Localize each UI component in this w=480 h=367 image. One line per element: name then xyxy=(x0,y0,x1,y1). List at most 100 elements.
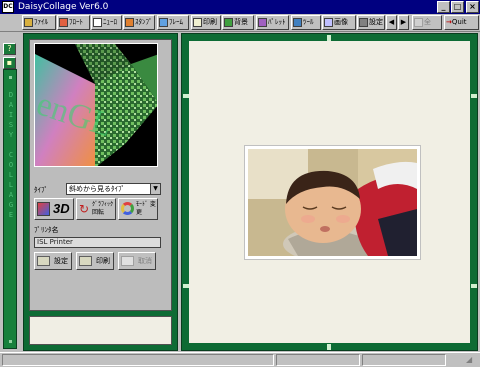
toolbar-settings-label: 設定 xyxy=(369,18,383,26)
print-settings-button[interactable]: 設定 xyxy=(34,252,72,270)
brand-letter: Y xyxy=(8,131,14,139)
help-button[interactable]: ? xyxy=(3,43,16,55)
panel-toggle-button[interactable]: ▪ xyxy=(3,57,16,69)
status-pane-2 xyxy=(276,354,360,366)
brand-letter: D xyxy=(8,91,14,99)
type-label: ﾀｲﾌﾟ xyxy=(34,186,48,194)
status-pane-3 xyxy=(362,354,446,366)
canvas-frame xyxy=(181,33,478,351)
placed-photo[interactable] xyxy=(244,145,421,264)
toolbar-stamp-button[interactable]: ｽﾀﾝﾌﾟ xyxy=(123,15,155,30)
square-icon: ▪ xyxy=(6,58,13,67)
toolbar-disabled-button[interactable]: 全 xyxy=(412,15,442,30)
3d-button[interactable]: 3D xyxy=(34,198,74,220)
tool-panel-body: enGL ﾀｲﾌﾟ 斜めから見るﾀｲﾌﾟ ▼ 3D ↻ ｸﾞﾗﾌｨｯｸ 回転 ﾓ… xyxy=(29,39,172,311)
chevron-down-icon: ▼ xyxy=(150,184,160,194)
toolbar-neuro-button[interactable]: ﾆｭｰﾛ xyxy=(91,15,122,30)
canvas-handle[interactable] xyxy=(471,94,477,98)
quit-label: Quit xyxy=(451,18,467,26)
palette-icon xyxy=(258,17,267,27)
toolbar-settings-button[interactable]: 設定 xyxy=(357,15,385,30)
quit-button[interactable]: →Quit xyxy=(444,15,479,30)
toolbar-stamp-label: ｽﾀﾝﾌﾟ xyxy=(135,18,153,26)
chevron-left-icon: ◀ xyxy=(388,18,395,26)
3d-label: 3D xyxy=(53,201,70,216)
background-icon xyxy=(224,17,233,27)
cancel-print-button[interactable]: 取消 xyxy=(118,252,156,270)
toolbar-file-button[interactable]: ﾌｧｲﾙ xyxy=(22,15,56,30)
brand-letter: L xyxy=(8,181,14,189)
image-icon xyxy=(324,17,333,27)
decor-dot xyxy=(9,340,12,343)
resize-grip-icon[interactable]: ◢ xyxy=(466,355,478,366)
print-label: 印刷 xyxy=(96,257,110,265)
float-icon xyxy=(59,17,68,27)
type-select[interactable]: 斜めから見るﾀｲﾌﾟ ▼ xyxy=(66,183,161,195)
rotate-graphic-button[interactable]: ↻ ｸﾞﾗﾌｨｯｸ 回転 xyxy=(76,198,116,220)
brand-letter: E xyxy=(8,211,14,219)
mode-change-button[interactable]: ﾓｰﾄﾞ 変更 xyxy=(118,198,158,220)
mode-icon xyxy=(121,202,134,215)
stamp-icon xyxy=(125,17,134,27)
sleeping-baby-photo xyxy=(248,149,417,264)
panel-info-area xyxy=(29,316,172,345)
printer-icon xyxy=(121,256,134,266)
minimize-button[interactable]: _ xyxy=(437,1,450,13)
frame-icon xyxy=(159,17,168,27)
nav-next-button[interactable]: ▶ xyxy=(398,15,409,30)
chevron-right-icon: ▶ xyxy=(400,18,407,26)
status-bar: ◢ xyxy=(0,352,480,367)
preview-graphic: enGL xyxy=(35,44,157,166)
close-button[interactable]: × xyxy=(466,1,479,13)
type-select-value: 斜めから見るﾀｲﾌﾟ xyxy=(69,185,125,193)
printer-icon xyxy=(79,256,92,266)
toolbar-file-label: ﾌｧｲﾙ xyxy=(34,18,48,26)
toolbar-image-button[interactable]: 画像 xyxy=(322,15,356,30)
tool-panel: enGL ﾀｲﾌﾟ 斜めから見るﾀｲﾌﾟ ▼ 3D ↻ ｸﾞﾗﾌｨｯｸ 回転 ﾓ… xyxy=(23,33,178,351)
cancel-print-label: 取消 xyxy=(138,257,152,265)
rotate-icon: ↻ xyxy=(79,202,90,216)
maximize-button[interactable]: □ xyxy=(451,1,464,13)
status-pane-main xyxy=(2,354,274,366)
app-icon[interactable]: DC xyxy=(2,1,14,13)
cube-icon xyxy=(37,202,50,216)
settings-icon xyxy=(359,17,368,27)
toolbar-frame-label: ﾌﾚｰﾑ xyxy=(169,18,183,26)
toolbar-print-label: 印刷 xyxy=(203,18,217,26)
brand-letter: C xyxy=(8,151,14,159)
left-strip: ? ▪ DAISY COLLAGE xyxy=(0,33,20,351)
print-icon xyxy=(193,17,202,27)
toolbar-background-button[interactable]: 背景 xyxy=(222,15,254,30)
brand-letter: L xyxy=(8,171,14,179)
toolbar-palette-button[interactable]: ﾊﾟﾚｯﾄ xyxy=(256,15,289,30)
nav-prev-button[interactable]: ◀ xyxy=(386,15,397,30)
rotate-label: ｸﾞﾗﾌｨｯｸ 回転 xyxy=(92,201,114,216)
collage-canvas[interactable] xyxy=(189,41,470,343)
neuro-icon xyxy=(93,17,102,27)
toolbar-tool-label: ﾂｰﾙ xyxy=(303,18,314,26)
canvas-handle[interactable] xyxy=(327,344,331,350)
toolbar-print-button[interactable]: 印刷 xyxy=(191,15,221,30)
print-button[interactable]: 印刷 xyxy=(76,252,114,270)
help-icon: ? xyxy=(7,44,12,53)
printer-name-field[interactable]: ISL Printer xyxy=(34,237,161,248)
toolbar-float-label: ﾌﾛｰﾄ xyxy=(69,18,83,26)
folder-icon xyxy=(24,17,33,27)
toolbar-tool-button[interactable]: ﾂｰﾙ xyxy=(291,15,321,30)
decor-dot xyxy=(9,76,12,79)
toolbar-frame-button[interactable]: ﾌﾚｰﾑ xyxy=(157,15,189,30)
3d-preview[interactable]: enGL xyxy=(34,43,158,167)
brand-band: DAISY COLLAGE xyxy=(3,69,17,349)
brand-letter: A xyxy=(8,101,14,109)
toolbar-float-button[interactable]: ﾌﾛｰﾄ xyxy=(57,15,90,30)
brand-letter: O xyxy=(8,161,14,169)
title-bar: DC DaisyCollage Ver6.0 _ □ × xyxy=(0,0,480,14)
brand-letter: S xyxy=(8,121,14,129)
print-settings-label: 設定 xyxy=(54,257,68,265)
mode-label: ﾓｰﾄﾞ 変更 xyxy=(136,201,156,216)
brand-vertical-text: DAISY COLLAGE xyxy=(4,90,18,220)
canvas-handle[interactable] xyxy=(471,284,477,288)
toolbar-neuro-label: ﾆｭｰﾛ xyxy=(103,18,117,26)
disabled-icon xyxy=(414,17,423,27)
brand-letter: I xyxy=(8,111,14,119)
